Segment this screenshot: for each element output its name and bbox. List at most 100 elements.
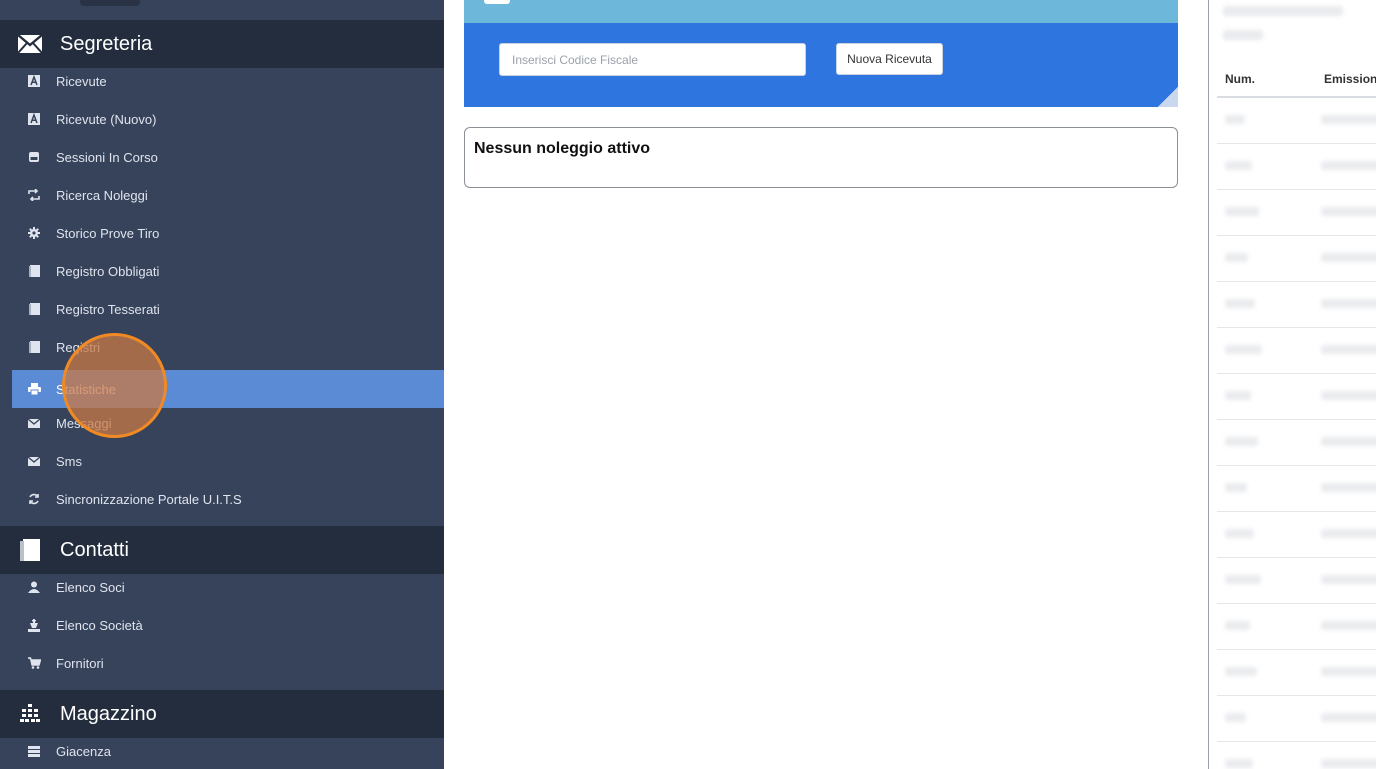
section-title: Contatti — [60, 538, 129, 561]
blurred-cell — [1321, 575, 1376, 584]
sidebar-top-tab[interactable] — [80, 0, 140, 6]
panel-header-tab[interactable] — [484, 0, 510, 4]
font-icon — [12, 75, 56, 87]
sidebar-item-label: Sessioni In Corso — [56, 149, 158, 165]
sidebar-item-elenco-soci[interactable]: Elenco Soci — [12, 568, 444, 606]
sidebar-item-label: Registri — [56, 339, 101, 355]
blurred-cell — [1321, 483, 1376, 492]
app-page: Segreteria Ricevute Ricevute (Nuovo) Ses… — [0, 0, 1376, 769]
sidebar-item-fornitori[interactable]: Fornitori — [12, 644, 444, 682]
sidebar-item-statistiche[interactable]: Statistiche — [12, 370, 444, 408]
blurred-cell — [1321, 713, 1376, 722]
blurred-cell — [1321, 437, 1376, 446]
blurred-cell — [1321, 253, 1376, 262]
codice-fiscale-input[interactable] — [499, 43, 806, 76]
sidebar-item-label: Ricevute — [56, 73, 107, 89]
sidebar-item-label: Registro Obbligati — [56, 263, 160, 279]
user-icon — [12, 581, 56, 593]
blurred-cell — [1321, 207, 1376, 216]
blurred-cell — [1321, 621, 1376, 630]
blurred-cell — [1225, 253, 1248, 262]
sidebar-item-sms[interactable]: Sms — [12, 442, 444, 480]
sidebar-item-label: Elenco Soci — [56, 579, 125, 595]
panel-header-strip — [464, 0, 1178, 23]
section-title: Segreteria — [60, 32, 153, 55]
blurred-cell — [1225, 759, 1253, 768]
table-row-divider — [1217, 235, 1376, 236]
table-row-divider — [1217, 603, 1376, 604]
sidebar-item-registro-tesserati[interactable]: Registro Tesserati — [12, 290, 444, 328]
table-row-divider — [1217, 327, 1376, 328]
sidebar-item-label: Sms — [56, 453, 82, 469]
sidebar-item-ricevute[interactable]: Ricevute — [12, 62, 444, 100]
column-header-num[interactable]: Num. — [1225, 72, 1255, 86]
receipt-panel: Nuova Ricevuta — [464, 23, 1178, 107]
sidebar-item-registro-obbligati[interactable]: Registro Obbligati — [12, 252, 444, 290]
blurred-cell — [1321, 115, 1376, 124]
sidebar-item-storico-prove-tiro[interactable]: Storico Prove Tiro — [12, 214, 444, 252]
blurred-cell — [1225, 299, 1255, 308]
sidebar-item-registri[interactable]: Registri — [12, 328, 444, 366]
envelope-icon — [12, 418, 56, 428]
cog-icon — [12, 227, 56, 239]
blurred-text — [1223, 30, 1263, 40]
table-row-divider — [1217, 465, 1376, 466]
sidebar-item-elenco-societa[interactable]: Elenco Società — [12, 606, 444, 644]
blurred-cell — [1225, 483, 1247, 492]
table-row-divider — [1217, 281, 1376, 282]
blurred-cell — [1225, 575, 1261, 584]
blurred-cell — [1225, 667, 1257, 676]
refresh-icon — [12, 493, 56, 505]
list-icon — [12, 745, 56, 757]
panel-corner-fold — [1158, 87, 1178, 107]
table-row-divider — [1217, 557, 1376, 558]
blurred-cell — [1321, 299, 1376, 308]
print-icon — [12, 383, 56, 395]
blurred-cell — [1321, 391, 1376, 400]
sidebar-item-label: Ricevute (Nuovo) — [56, 111, 157, 127]
sidebar-item-sincronizzazione[interactable]: Sincronizzazione Portale U.I.T.S — [12, 480, 444, 518]
section-header-segreteria[interactable]: Segreteria — [0, 20, 444, 68]
sidebar-item-ricevute-nuovo[interactable]: Ricevute (Nuovo) — [12, 100, 444, 138]
sidebar-item-label: Storico Prove Tiro — [56, 225, 160, 241]
blurred-cell — [1321, 161, 1376, 170]
sidebar-item-label: Statistiche — [56, 381, 116, 397]
section-header-contatti[interactable]: Contatti — [0, 526, 444, 574]
rental-status-text: Nessun noleggio attivo — [474, 140, 651, 157]
sidebar-item-label: Sincronizzazione Portale U.I.T.S — [56, 491, 242, 507]
table-row-divider — [1217, 649, 1376, 650]
section-title: Magazzino — [60, 702, 157, 725]
blurred-cell — [1225, 115, 1245, 124]
blurred-cell — [1225, 529, 1254, 538]
retweet-icon — [12, 189, 56, 201]
book-icon — [0, 539, 60, 561]
blurred-text — [1223, 6, 1343, 16]
sidebar-item-messaggi[interactable]: Messaggi — [12, 404, 444, 442]
shopping-cart-icon — [12, 657, 56, 669]
blurred-cell — [1225, 161, 1252, 170]
section-header-magazzino[interactable]: Magazzino — [0, 690, 444, 738]
table-row-divider — [1217, 419, 1376, 420]
blurred-cell — [1225, 391, 1251, 400]
sidebar-item-label: Messaggi — [56, 415, 112, 431]
sidebar-item-ricerca-noleggi[interactable]: Ricerca Noleggi — [12, 176, 444, 214]
king-icon — [12, 618, 56, 632]
column-header-emission[interactable]: Emission — [1324, 72, 1376, 86]
nuova-ricevuta-button[interactable]: Nuova Ricevuta — [836, 43, 943, 75]
blurred-cell — [1225, 207, 1259, 216]
table-header-divider — [1217, 96, 1376, 98]
sidebar-item-label: Fornitori — [56, 655, 104, 671]
sidebar-item-sessioni-in-corso[interactable]: Sessioni In Corso — [12, 138, 444, 176]
sidebar-item-label: Elenco Società — [56, 617, 143, 633]
blurred-cell — [1225, 345, 1262, 354]
sidebar-item-label: Ricerca Noleggi — [56, 187, 148, 203]
sidebar-item-giacenza[interactable]: Giacenza — [12, 732, 444, 769]
book-icon — [12, 341, 56, 353]
rental-status-box: Nessun noleggio attivo — [464, 127, 1178, 188]
main-content: Nuova Ricevuta Nessun noleggio attivo — [444, 0, 1208, 769]
sidebar: Segreteria Ricevute Ricevute (Nuovo) Ses… — [0, 0, 444, 769]
blurred-cell — [1321, 667, 1376, 676]
blurred-cell — [1321, 529, 1376, 538]
table-row-divider — [1217, 511, 1376, 512]
blurred-cell — [1321, 759, 1376, 768]
